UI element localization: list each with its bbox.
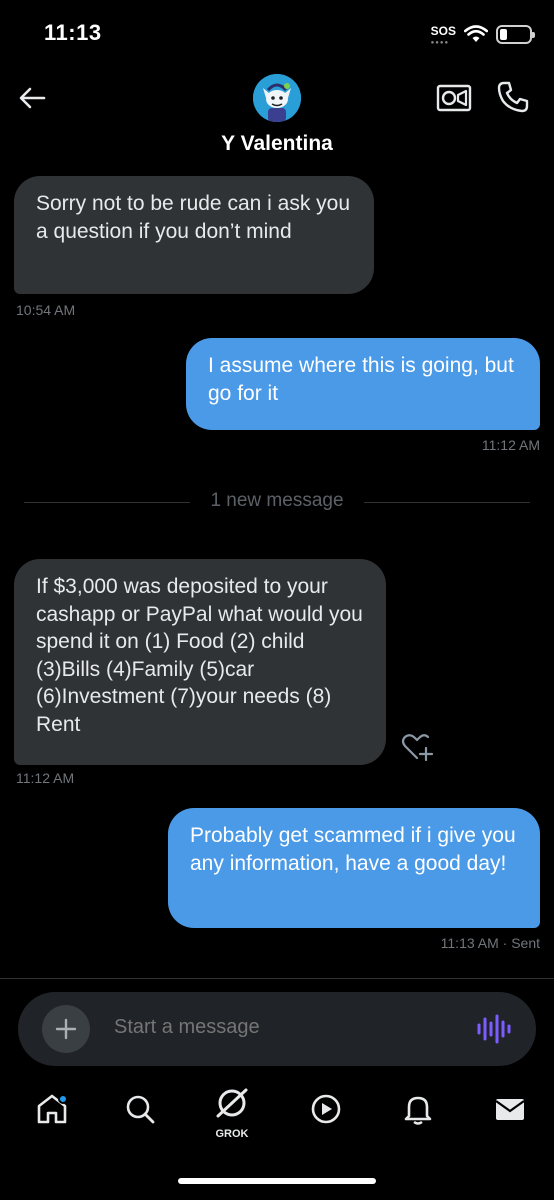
sos-indicator: SOS ●●●● [430, 24, 456, 46]
message-bubble-incoming[interactable]: If $3,000 was deposited to your cashapp … [14, 559, 386, 765]
video-camera-icon[interactable] [436, 82, 472, 114]
status-time: 11:13 [44, 20, 102, 45]
conversation-header: Y Valentina [0, 66, 554, 172]
nav-home[interactable] [28, 1092, 76, 1144]
message-composer [18, 992, 536, 1066]
message-timestamp: 10:54 AM [16, 302, 76, 318]
wifi-icon [464, 25, 488, 42]
battery-icon [496, 24, 535, 44]
composer-separator [0, 978, 554, 979]
message-bubble-outgoing[interactable]: I assume where this is going, but go for… [186, 338, 540, 430]
status-indicators: SOS ●●●● [430, 22, 535, 46]
status-bar: 11:13 SOS ●●●● [0, 0, 554, 66]
nav-grok[interactable]: GROK [208, 1088, 256, 1144]
grok-icon [216, 1088, 248, 1118]
home-indicator [178, 1178, 376, 1184]
contact-name[interactable]: Y Valentina [0, 132, 554, 156]
new-message-divider: 1 new message [24, 490, 530, 514]
notification-dot [58, 1094, 68, 1104]
arrow-left-icon[interactable] [16, 82, 48, 114]
plus-icon [55, 1018, 77, 1040]
avatar-image [253, 74, 301, 122]
nav-video[interactable] [302, 1092, 350, 1144]
nav-notifications[interactable] [394, 1092, 442, 1144]
play-icon [311, 1094, 341, 1124]
message-timestamp: 11:12 AM [16, 770, 75, 786]
grok-label: GROK [215, 1128, 249, 1140]
avatar[interactable] [253, 74, 301, 122]
mail-icon [495, 1099, 525, 1120]
message-bubble-outgoing[interactable]: Probably get scammed if i give you any i… [168, 808, 540, 928]
heart-add-icon[interactable] [400, 731, 434, 763]
nav-messages[interactable] [486, 1092, 534, 1144]
add-attachment-button[interactable] [42, 1005, 90, 1053]
phone-icon[interactable] [496, 80, 530, 114]
divider-label: 1 new message [210, 490, 344, 511]
search-icon [126, 1095, 155, 1124]
message-timestamp-sent: 11:13 AM · Sent [440, 935, 540, 951]
bell-icon [404, 1096, 432, 1125]
message-input[interactable] [114, 1016, 444, 1039]
voice-waveform-icon[interactable] [476, 1014, 512, 1044]
nav-search[interactable] [116, 1092, 164, 1144]
message-timestamp: 11:12 AM [481, 437, 540, 453]
message-bubble-incoming[interactable]: Sorry not to be rude can i ask you a que… [14, 176, 374, 294]
bottom-navigation: GROK [0, 1078, 554, 1200]
battery-level [500, 28, 507, 40]
